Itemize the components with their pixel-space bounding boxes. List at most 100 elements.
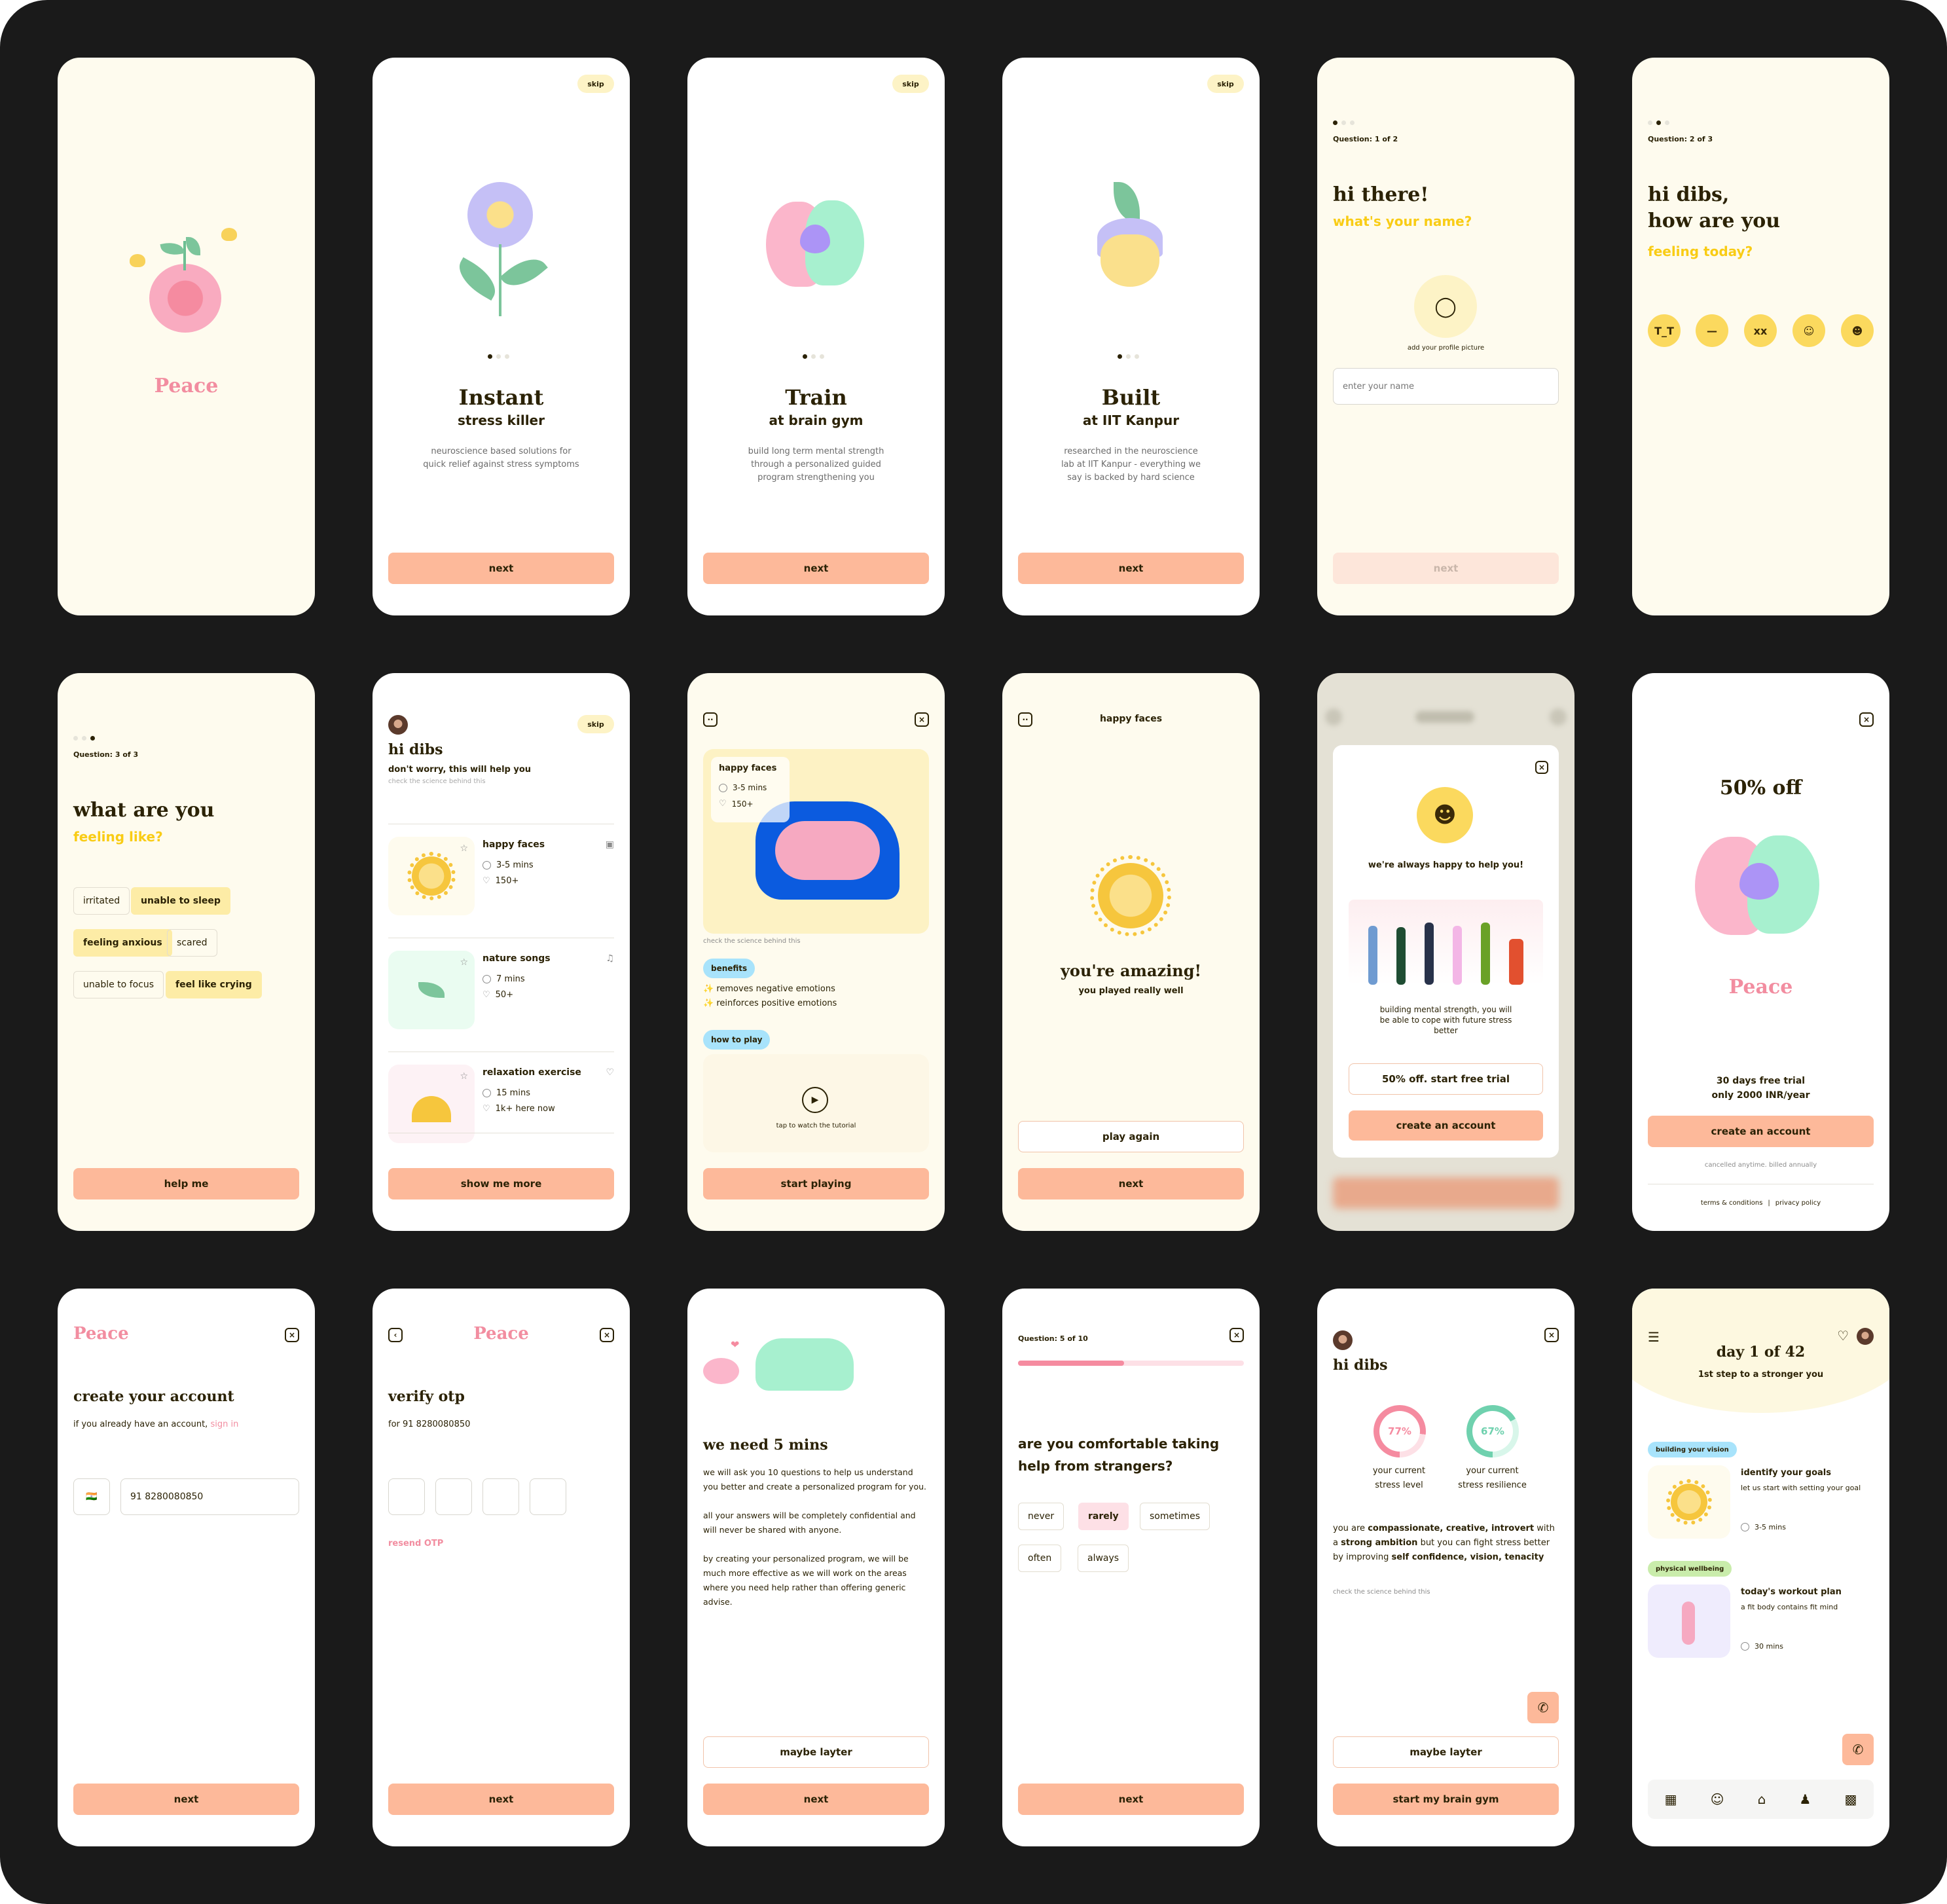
otp-digit-input[interactable]: [435, 1478, 472, 1515]
program-card[interactable]: today's workout plan a fit body contains…: [1632, 1584, 1889, 1658]
card-title: identify your goals: [1741, 1468, 1831, 1478]
next-button[interactable]: next: [388, 553, 614, 584]
program-day-title: day 1 of 42: [1716, 1344, 1806, 1361]
avatar[interactable]: [1333, 1330, 1353, 1350]
free-trial-button[interactable]: 50% off. start free trial: [1349, 1063, 1543, 1095]
name-input[interactable]: [1333, 368, 1559, 405]
next-button-disabled[interactable]: next: [1333, 553, 1559, 584]
maybe-later-button[interactable]: maybe layter: [1333, 1736, 1559, 1768]
terms-link[interactable]: terms & conditions: [1701, 1199, 1763, 1207]
option-chip[interactable]: always: [1078, 1545, 1129, 1572]
science-link[interactable]: check the science behind this: [703, 938, 801, 945]
sign-in-link[interactable]: sign in: [210, 1419, 238, 1429]
modal-title: we're always happy to help you!: [1368, 860, 1524, 870]
help-me-button[interactable]: help me: [73, 1168, 299, 1199]
personality-summary: you are compassionate, creative, introve…: [1333, 1522, 1559, 1565]
add-widget-icon[interactable]: ▦: [1665, 1791, 1677, 1807]
home-icon[interactable]: ⌂: [1758, 1791, 1766, 1807]
question-label: Question: 3 of 3: [73, 750, 139, 759]
option-chip-selected[interactable]: feel like crying: [166, 971, 262, 998]
next-button[interactable]: next: [1018, 553, 1244, 584]
screen-need-five-mins: ❤ we need 5 mins we will ask you 10 ques…: [687, 1289, 945, 1846]
next-button[interactable]: next: [1018, 1168, 1244, 1199]
stats-icon[interactable]: ▩: [1844, 1791, 1857, 1807]
create-account-button[interactable]: create an account: [1648, 1116, 1874, 1147]
mood-face-icon[interactable]: ☺: [1711, 1791, 1724, 1807]
play-icon[interactable]: ▶: [802, 1087, 828, 1113]
screen-recommendations: skip hi dibs don't worry, this will help…: [373, 673, 630, 1231]
resend-otp-link[interactable]: resend OTP: [388, 1539, 443, 1548]
close-icon[interactable]: ×: [285, 1328, 299, 1342]
close-icon[interactable]: ×: [1535, 761, 1548, 774]
community-icon[interactable]: ♟: [1799, 1791, 1811, 1807]
next-button[interactable]: next: [703, 1784, 929, 1815]
close-icon[interactable]: ×: [915, 712, 929, 727]
close-icon[interactable]: ×: [600, 1328, 614, 1342]
sun-illustration: [407, 851, 456, 901]
screen-question-mood: Question: 2 of 3 hi dibs, how are you fee…: [1632, 58, 1889, 615]
avatar[interactable]: [388, 715, 408, 735]
mood-sad-icon[interactable]: —: [1696, 314, 1728, 347]
tutorial-video[interactable]: ▶ tap to watch the tutorial: [703, 1054, 929, 1152]
next-button[interactable]: next: [73, 1784, 299, 1815]
mood-happy-icon[interactable]: ☻: [1841, 314, 1874, 347]
skip-button[interactable]: skip: [577, 75, 614, 93]
close-icon[interactable]: ×: [1859, 712, 1874, 727]
option-chip-selected[interactable]: rarely: [1078, 1503, 1129, 1530]
otp-digit-input[interactable]: [530, 1478, 566, 1515]
close-icon[interactable]: ×: [1544, 1328, 1559, 1342]
meditation-illustration: [412, 1096, 451, 1122]
start-playing-button[interactable]: start playing: [703, 1168, 929, 1199]
option-chip[interactable]: scared: [167, 929, 217, 957]
stress-level-gauge: 77%: [1374, 1405, 1426, 1457]
step-indicator: [1333, 120, 1355, 125]
star-icon[interactable]: ☆: [460, 843, 468, 854]
show-more-button[interactable]: show me more: [388, 1168, 614, 1199]
avatar[interactable]: [1857, 1328, 1874, 1345]
option-chip[interactable]: unable to focus: [73, 971, 164, 998]
activity-item[interactable]: ☆ nature songs 7 mins ♡ 50+ ♫: [373, 951, 630, 1042]
skip-button[interactable]: skip: [1207, 75, 1244, 93]
option-chip-selected[interactable]: feeling anxious: [73, 929, 172, 957]
country-code-selector[interactable]: 🇮🇳: [73, 1478, 110, 1515]
option-chip[interactable]: sometimes: [1140, 1503, 1210, 1530]
call-support-button[interactable]: ✆: [1527, 1692, 1559, 1723]
close-icon[interactable]: ×: [1229, 1328, 1244, 1342]
next-button[interactable]: next: [388, 1784, 614, 1815]
star-icon[interactable]: ☆: [460, 957, 468, 968]
skip-button[interactable]: skip: [892, 75, 929, 93]
maybe-later-button[interactable]: maybe layter: [703, 1736, 929, 1768]
otp-digit-input[interactable]: [388, 1478, 425, 1515]
mood-crying-icon[interactable]: T_T: [1648, 314, 1681, 347]
science-link[interactable]: check the science behind this: [1333, 1588, 1430, 1596]
next-button[interactable]: next: [703, 553, 929, 584]
option-chip[interactable]: often: [1018, 1545, 1062, 1572]
favorites-heart-icon[interactable]: ♡: [1837, 1328, 1849, 1344]
add-profile-picture-button[interactable]: ◯: [1414, 275, 1477, 338]
phone-number-input[interactable]: 91 8280080850: [120, 1478, 299, 1515]
mood-smile-icon[interactable]: ☺: [1792, 314, 1825, 347]
option-chip[interactable]: irritated: [73, 887, 130, 915]
science-link[interactable]: check the science behind this: [388, 778, 486, 785]
mood-dizzy-icon[interactable]: xx: [1744, 314, 1777, 347]
activity-duration: 15 mins: [482, 1088, 530, 1098]
activity-item[interactable]: ☆ happy faces 3-5 mins ♡ 150+ ▣: [373, 837, 630, 928]
star-icon[interactable]: ☆: [460, 1071, 468, 1082]
privacy-link[interactable]: privacy policy: [1775, 1199, 1821, 1207]
call-support-button[interactable]: ✆: [1842, 1734, 1874, 1765]
screen-question-five: Question: 5 of 10 × are you comfortable …: [1002, 1289, 1260, 1846]
stress-level-value: 77%: [1379, 1411, 1420, 1452]
otp-digit-input[interactable]: [482, 1478, 519, 1515]
menu-icon[interactable]: ☰: [1648, 1329, 1660, 1345]
greeting-title: hi dibs: [1333, 1357, 1388, 1374]
clock-icon: [482, 1089, 491, 1097]
play-again-button[interactable]: play again: [1018, 1121, 1244, 1152]
activity-item[interactable]: ☆ relaxation exercise 15 mins ♡ 1k+ here …: [373, 1065, 630, 1156]
create-account-button[interactable]: create an account: [1349, 1110, 1543, 1141]
option-chip[interactable]: never: [1018, 1503, 1064, 1530]
start-brain-gym-button[interactable]: start my brain gym: [1333, 1784, 1559, 1815]
next-button[interactable]: next: [1018, 1784, 1244, 1815]
option-chip-selected[interactable]: unable to sleep: [131, 887, 230, 915]
skip-button[interactable]: skip: [577, 715, 614, 733]
program-card[interactable]: identify your goals let us start with se…: [1632, 1465, 1889, 1539]
